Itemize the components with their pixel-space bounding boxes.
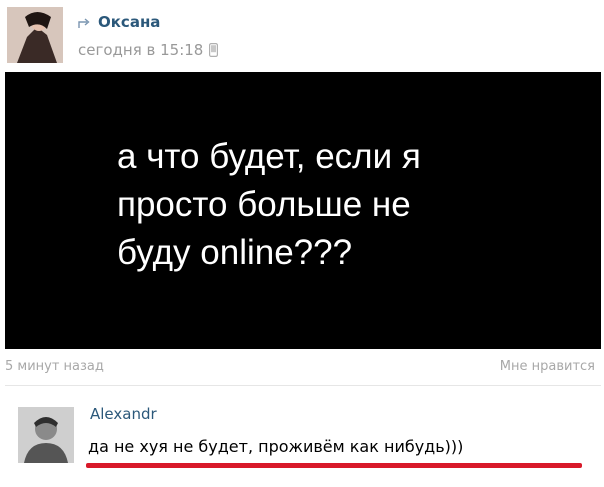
post-author-avatar[interactable] [7, 7, 63, 63]
avatar-photo [18, 407, 74, 463]
comment-author-name[interactable]: Alexandr [90, 405, 157, 423]
comment-text: да не хуя не будет, проживём как нибудь)… [88, 437, 464, 456]
share-arrow-icon [78, 15, 92, 29]
post-timestamp-row: сегодня в 15:18 [78, 40, 219, 60]
red-underline-highlight [86, 463, 582, 468]
post-author-name[interactable]: Оксана [98, 13, 160, 31]
caption-line: просто больше не [117, 185, 411, 224]
post-image[interactable]: а что будет, если я просто больше не буд… [5, 72, 601, 349]
post-header: Оксана [78, 12, 160, 32]
avatar-photo [7, 7, 63, 63]
caption-line: а что будет, если я [117, 137, 421, 176]
divider [5, 385, 601, 386]
post-image-caption: а что будет, если я просто больше не буд… [117, 133, 557, 277]
comment-author-avatar[interactable] [18, 407, 74, 463]
caption-line: буду online??? [117, 233, 353, 272]
like-button[interactable]: Мне нравится [500, 359, 595, 374]
post-timestamp[interactable]: сегодня в 15:18 [78, 41, 203, 59]
post-time-ago[interactable]: 5 минут назад [5, 359, 104, 374]
phone-icon [209, 43, 219, 58]
post-meta-row: 5 минут назад Мне нравится [5, 357, 601, 377]
